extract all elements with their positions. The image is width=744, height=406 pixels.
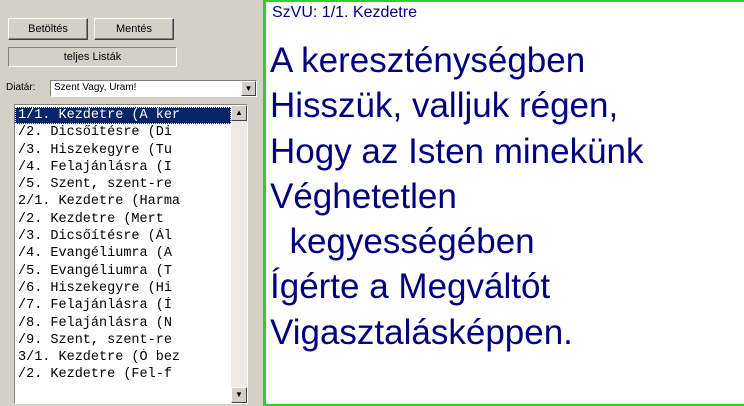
projection-preview: SzVU: 1/1. Kezdetre A kereszténységben Hi… — [263, 0, 744, 406]
list-item[interactable]: /5. Szent, szent-re — [15, 176, 231, 193]
list-item[interactable]: /2. Dicsőítésre (Di — [15, 124, 231, 141]
list-item[interactable]: /8. Felajánlásra (N — [15, 315, 231, 332]
full-lists-label: teljes Listák — [63, 51, 122, 63]
list-item[interactable]: /2. Kezdetre (Mert — [15, 211, 231, 228]
list-item[interactable]: /4. Felajánlásra (I — [15, 159, 231, 176]
list-item[interactable]: /5. Evangéliumra (T — [15, 263, 231, 280]
full-lists-button[interactable]: teljes Listák — [8, 47, 177, 67]
list-item[interactable]: /3. Hiszekegyre (Tu — [15, 142, 231, 159]
list-item[interactable]: /9. Szent, szent-re — [15, 332, 231, 349]
preview-header: SzVU: 1/1. Kezdetre — [272, 4, 417, 21]
lyric-line: kegyességében — [270, 222, 535, 262]
diatar-select[interactable]: Szent Vagy, Uram! ▼ — [50, 80, 257, 97]
diatar-row: Diatár: Szent Vagy, Uram! ▼ — [6, 80, 258, 97]
scroll-up-icon[interactable]: ▲ — [231, 105, 247, 121]
song-list-items: 1/1. Kezdetre (A ker /2. Dicsőítésre (Di… — [15, 107, 231, 384]
list-item[interactable]: /6. Hiszekegyre (Hi — [15, 280, 231, 297]
preview-lyrics: A kereszténységben Hisszük, valljuk régen… — [270, 38, 644, 355]
list-scrollbar[interactable]: ▲ ▼ — [231, 105, 247, 403]
lyric-line: Vigasztalásképpen. — [270, 312, 573, 352]
lyric-line: A kereszténységben — [270, 41, 586, 80]
list-item[interactable]: 3/1. Kezdetre (Ó bez — [15, 349, 231, 366]
save-button[interactable]: Mentés — [94, 18, 174, 40]
list-item[interactable]: 2/1. Kezdetre (Harma — [15, 193, 231, 210]
list-item[interactable]: 1/1. Kezdetre (A ker — [15, 107, 231, 125]
list-item[interactable]: /2. Kezdetre (Fel-f — [15, 366, 231, 383]
list-item[interactable]: /3. Dicsőítésre (Ál — [15, 228, 231, 245]
control-panel: Betöltés Mentés teljes Listák Diatár: Sz… — [0, 0, 262, 406]
lyric-line: Ígérte a Megváltót — [270, 267, 551, 307]
load-button[interactable]: Betöltés — [8, 18, 88, 40]
save-button-label: Mentés — [115, 23, 153, 35]
list-item[interactable]: /4. Evangéliumra (A — [15, 245, 231, 262]
chevron-down-icon[interactable]: ▼ — [241, 81, 256, 96]
diatar-selected-value: Szent Vagy, Uram! — [54, 82, 137, 93]
diatar-label: Diatár: — [6, 82, 36, 93]
song-list[interactable]: 1/1. Kezdetre (A ker /2. Dicsőítésre (Di… — [14, 104, 248, 404]
list-item[interactable]: /7. Felajánlásra (Í — [15, 297, 231, 314]
lyric-line: Hogy az Isten minekünk — [270, 131, 644, 171]
load-button-label: Betöltés — [28, 23, 68, 35]
scroll-down-icon[interactable]: ▼ — [231, 387, 247, 403]
lyric-line: Véghetetlen — [270, 176, 457, 216]
lyric-line: Hisszük, valljuk régen, — [270, 86, 619, 126]
